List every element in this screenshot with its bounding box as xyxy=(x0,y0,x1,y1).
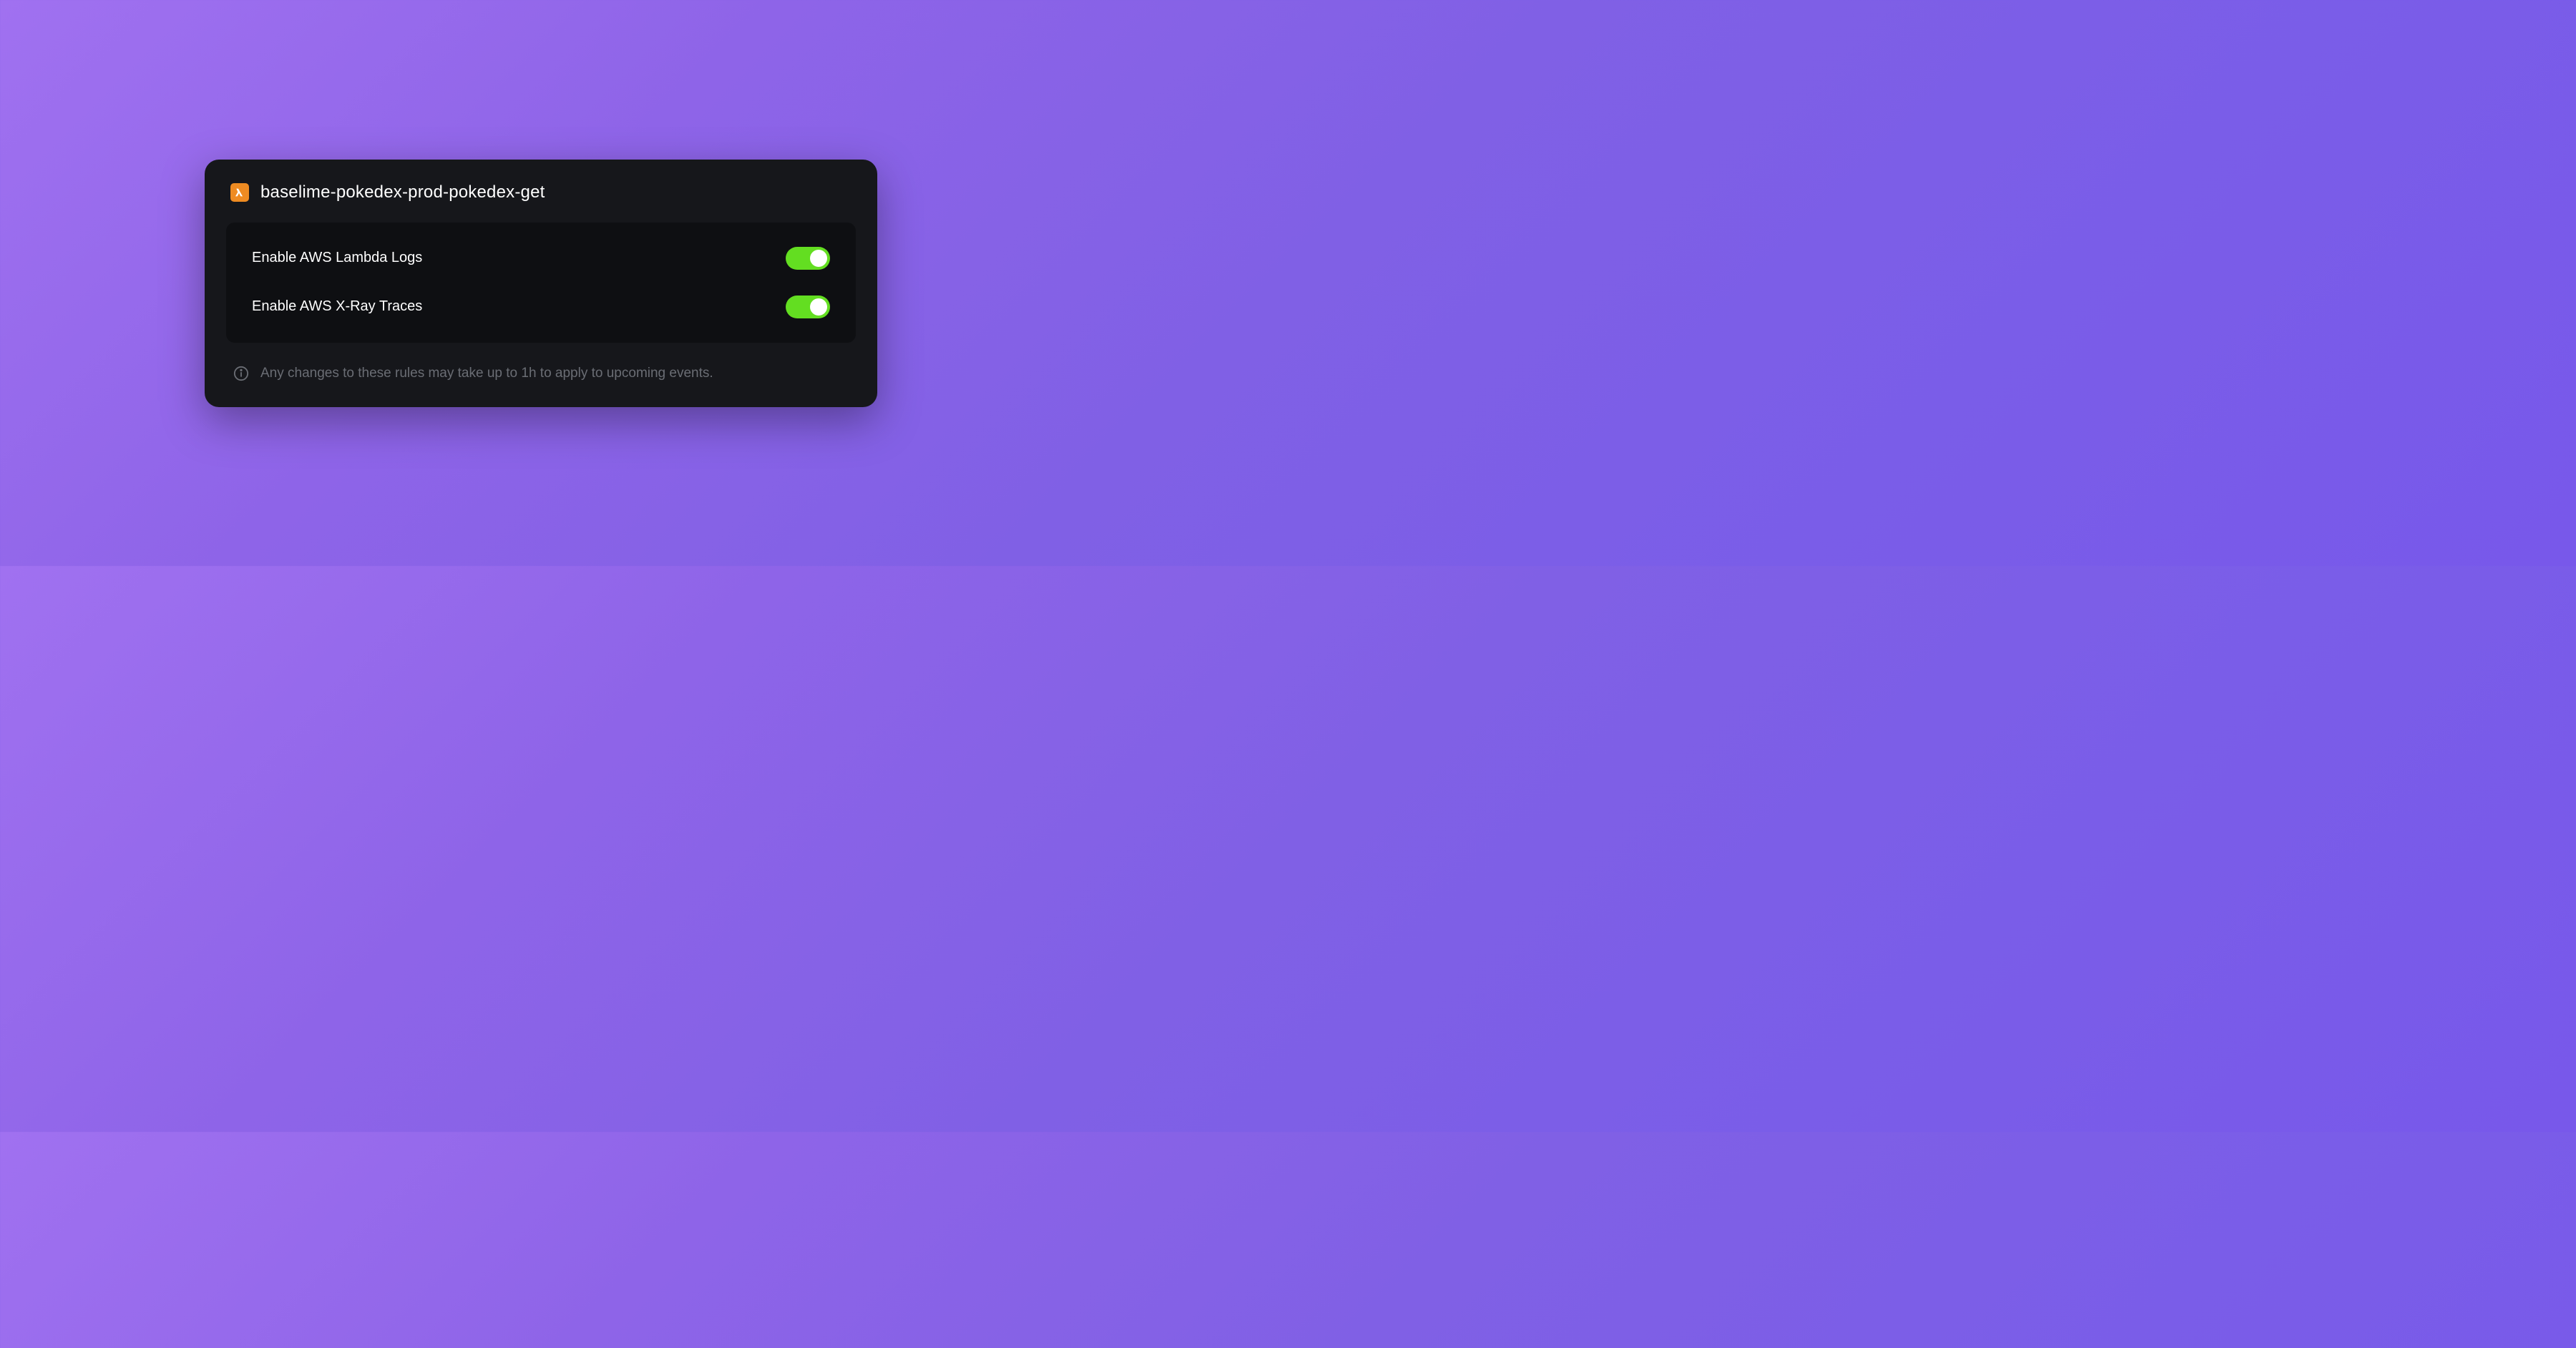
toggle-xray-traces[interactable] xyxy=(786,296,830,318)
toggle-knob xyxy=(810,298,827,316)
setting-row-lambda-logs: Enable AWS Lambda Logs xyxy=(252,238,830,278)
card-header: baselime-pokedex-prod-pokedex-get xyxy=(226,182,856,223)
setting-label: Enable AWS X-Ray Traces xyxy=(252,298,422,315)
function-name: baselime-pokedex-prod-pokedex-get xyxy=(260,182,545,202)
settings-panel: Enable AWS Lambda Logs Enable AWS X-Ray … xyxy=(226,223,856,343)
toggle-lambda-logs[interactable] xyxy=(786,247,830,270)
info-row: Any changes to these rules may take up t… xyxy=(226,343,856,390)
toggle-knob xyxy=(810,250,827,267)
info-icon xyxy=(233,366,249,381)
lambda-icon xyxy=(230,183,249,202)
info-text: Any changes to these rules may take up t… xyxy=(260,366,713,381)
setting-row-xray-traces: Enable AWS X-Ray Traces xyxy=(252,287,830,327)
setting-label: Enable AWS Lambda Logs xyxy=(252,250,422,266)
settings-card: baselime-pokedex-prod-pokedex-get Enable… xyxy=(205,160,877,407)
